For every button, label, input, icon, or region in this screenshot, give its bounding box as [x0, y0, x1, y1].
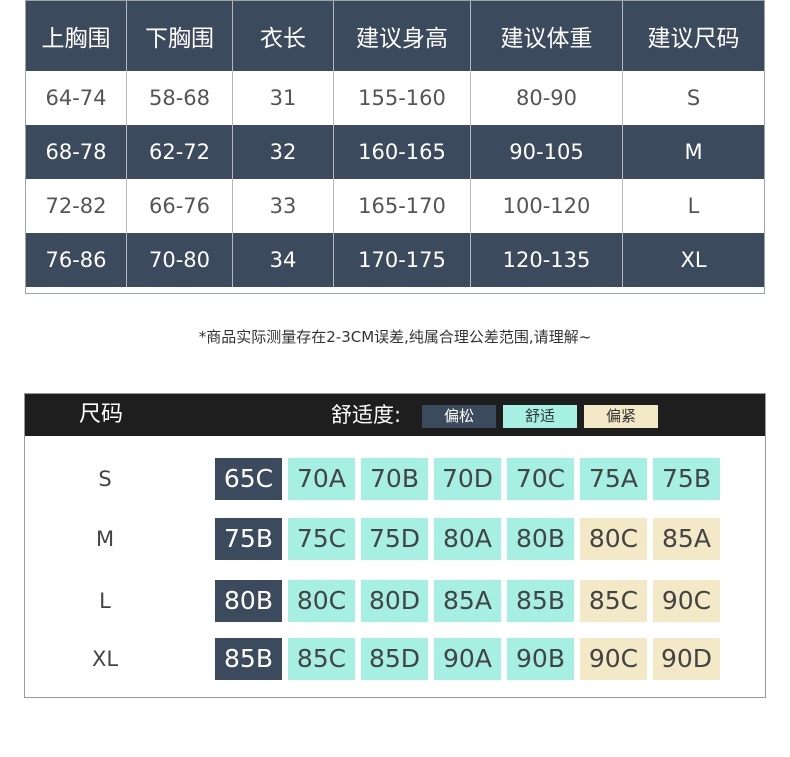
table-cell: 66-76 — [127, 179, 233, 233]
cup-cell: 90C — [653, 580, 720, 622]
table-cell: 100-120 — [471, 179, 623, 233]
table-row: 76-86 70-80 34 170-175 120-135 XL — [26, 233, 764, 287]
cup-cell: 80A — [434, 518, 501, 560]
table-cell: 70-80 — [127, 233, 233, 287]
cup-size-chart: 尺码 舒适度: 偏松 舒适 偏紧 S 65C 70A 70B 70D 70C 7… — [24, 393, 766, 698]
header-upper-bust: 上胸围 — [26, 1, 127, 71]
cup-cell: 75B — [215, 518, 282, 560]
cup-cell: 80D — [361, 580, 428, 622]
table-row: 68-78 62-72 32 160-165 90-105 M — [26, 125, 764, 179]
comfort-label: 舒适度: — [331, 403, 402, 427]
table-cell: 68-78 — [26, 125, 127, 179]
cup-cell: 80B — [507, 518, 574, 560]
table-cell: 165-170 — [334, 179, 471, 233]
table-cell: XL — [680, 248, 707, 272]
cup-cell: 85B — [215, 638, 282, 680]
cup-cell: 70B — [361, 458, 428, 500]
cup-row-s: S 65C 70A 70B 70D 70C 75A 75B — [25, 458, 765, 500]
cup-cell: 85A — [434, 580, 501, 622]
legend-loose: 偏松 — [422, 405, 496, 428]
table-cell: S — [686, 86, 701, 110]
cup-cell: 90A — [434, 638, 501, 680]
cup-cell: 75D — [361, 518, 428, 560]
cup-row-xl: XL 85B 85C 85D 90A 90B 90C 90D — [25, 638, 765, 680]
table-cell: 64-74 — [26, 71, 127, 125]
table-cell: 80-90 — [471, 71, 623, 125]
header-height: 建议身高 — [334, 1, 471, 71]
header-under-bust: 下胸围 — [127, 1, 233, 71]
cup-cell: 85A — [653, 518, 720, 560]
cup-cells: 65C 70A 70B 70D 70C 75A 75B — [215, 458, 720, 500]
table-cell: 155-160 — [334, 71, 471, 125]
table-cell: 90-105 — [471, 125, 623, 179]
table-cell: 31 — [233, 71, 334, 125]
table-cell: 33 — [233, 179, 334, 233]
cup-cell: 75A — [580, 458, 647, 500]
cup-cell: 85D — [361, 638, 428, 680]
cup-cell: 75B — [653, 458, 720, 500]
cup-cell: 90B — [507, 638, 574, 680]
row-size-label: L — [99, 589, 111, 613]
legend-tight: 偏紧 — [584, 405, 658, 428]
cup-cell: 85C — [580, 580, 647, 622]
legend-fit: 舒适 — [503, 405, 577, 428]
table-row: 72-82 66-76 33 165-170 100-120 L — [26, 179, 764, 233]
size-table: 上胸围 下胸围 衣长 建议身高 建议体重 建议尺码 64-74 58-68 31… — [25, 0, 765, 294]
cup-chart-header: 尺码 舒适度: 偏松 舒适 偏紧 — [25, 394, 765, 436]
table-cell: 120-135 — [471, 233, 623, 287]
size-table-header: 上胸围 下胸围 衣长 建议身高 建议体重 建议尺码 — [26, 1, 764, 71]
cup-cell: 80B — [215, 580, 282, 622]
table-row: 64-74 58-68 31 155-160 80-90 S — [26, 71, 764, 125]
cup-cell: 65C — [215, 458, 282, 500]
cup-cell: 85C — [288, 638, 355, 680]
cup-cell: 70D — [434, 458, 501, 500]
cup-cell: 85B — [507, 580, 574, 622]
table-cell: 72-82 — [26, 179, 127, 233]
table-cell: 170-175 — [334, 233, 471, 287]
table-cell: M — [684, 140, 703, 164]
cup-cell: 75C — [288, 518, 355, 560]
cup-cells: 75B 75C 75D 80A 80B 80C 85A — [215, 518, 720, 560]
table-cell: 76-86 — [26, 233, 127, 287]
cup-cell: 80C — [580, 518, 647, 560]
cup-cell: 90D — [653, 638, 720, 680]
row-size-label: M — [95, 527, 115, 551]
table-cell: 34 — [233, 233, 334, 287]
cup-row-m: M 75B 75C 75D 80A 80B 80C 85A — [25, 518, 765, 560]
cup-cell: 70A — [288, 458, 355, 500]
tolerance-note: *商品实际测量存在2-3CM误差,纯属合理公差范围,请理解~ — [198, 328, 592, 346]
row-size-label: S — [98, 467, 112, 491]
cup-cell: 80C — [288, 580, 355, 622]
table-cell: 160-165 — [334, 125, 471, 179]
table-cell: 32 — [233, 125, 334, 179]
cup-row-l: L 80B 80C 80D 85A 85B 85C 90C — [25, 580, 765, 622]
table-cell: L — [687, 194, 700, 218]
header-length: 衣长 — [233, 1, 334, 71]
header-weight: 建议体重 — [471, 1, 623, 71]
cup-chart-title: 尺码 — [79, 402, 124, 427]
table-cell: 62-72 — [127, 125, 233, 179]
cup-cell: 70C — [507, 458, 574, 500]
cup-cells: 85B 85C 85D 90A 90B 90C 90D — [215, 638, 720, 680]
table-cell: 58-68 — [127, 71, 233, 125]
cup-cell: 90C — [580, 638, 647, 680]
row-size-label: XL — [91, 647, 119, 671]
header-size: 建议尺码 — [647, 26, 740, 52]
cup-cells: 80B 80C 80D 85A 85B 85C 90C — [215, 580, 720, 622]
